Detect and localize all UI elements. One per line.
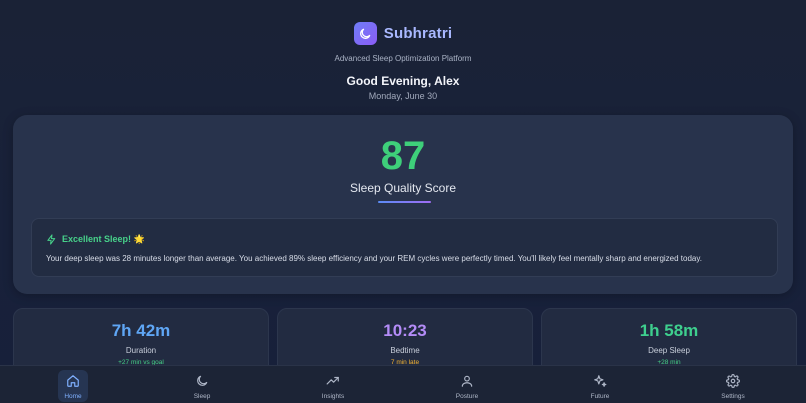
insight-title: Excellent Sleep! 🌟 — [62, 234, 145, 244]
moon-icon — [197, 375, 208, 386]
nav-item-posture[interactable]: Posture — [437, 366, 497, 403]
nav-label: Home — [64, 393, 82, 400]
lightning-icon — [47, 234, 56, 245]
stat-value: 7h 42m — [111, 321, 171, 340]
score-underline — [378, 201, 431, 203]
current-date: Monday, June 30 — [368, 91, 438, 101]
nav-label: Future — [590, 393, 610, 400]
app-tagline: Advanced Sleep Optimization Platform — [334, 54, 472, 63]
stat-label: Duration — [125, 346, 157, 355]
nav-label: Insights — [321, 393, 345, 400]
stat-label: Deep Sleep — [648, 346, 690, 355]
sleep-score-label: Sleep Quality Score — [349, 181, 457, 195]
user-icon — [461, 375, 473, 387]
stat-value: 1h 58m — [639, 321, 699, 340]
nav-label: Posture — [455, 393, 479, 400]
insight-header: Excellent Sleep! 🌟 — [46, 234, 145, 245]
nav-item-insights[interactable]: Insights — [303, 366, 363, 403]
gear-icon — [726, 374, 740, 388]
greeting: Good Evening, Alex — [346, 74, 460, 88]
app-screen: Subhratri Advanced Sleep Optimization Pl… — [0, 0, 806, 403]
app-logo — [353, 22, 377, 45]
app-name: Subhratri — [383, 25, 453, 42]
trend-icon — [326, 376, 339, 385]
moon-logo-icon — [360, 28, 371, 39]
brand: Subhratri — [0, 22, 806, 45]
sleep-insight-box: Excellent Sleep! 🌟 Your deep sleep was 2… — [31, 218, 778, 277]
sleep-score-value: 87 — [380, 134, 426, 178]
nav-label: Sleep — [193, 393, 211, 400]
home-icon — [67, 375, 79, 387]
nav-label: Settings — [721, 393, 745, 400]
insight-text: Your deep sleep was 28 minutes longer th… — [46, 254, 702, 263]
bottom-nav: Home Sleep Insights Posture Future Setti… — [0, 365, 806, 403]
nav-item-sleep[interactable]: Sleep — [172, 366, 232, 403]
stat-label: Bedtime — [390, 346, 420, 355]
stat-value: 10:23 — [383, 321, 427, 340]
sparkles-icon — [594, 375, 607, 387]
nav-item-settings[interactable]: Settings — [703, 366, 763, 403]
nav-item-future[interactable]: Future — [570, 366, 630, 403]
nav-item-home[interactable]: Home — [43, 366, 103, 403]
sleep-score-card: 87 Sleep Quality Score Excellent Sleep! … — [13, 115, 793, 294]
